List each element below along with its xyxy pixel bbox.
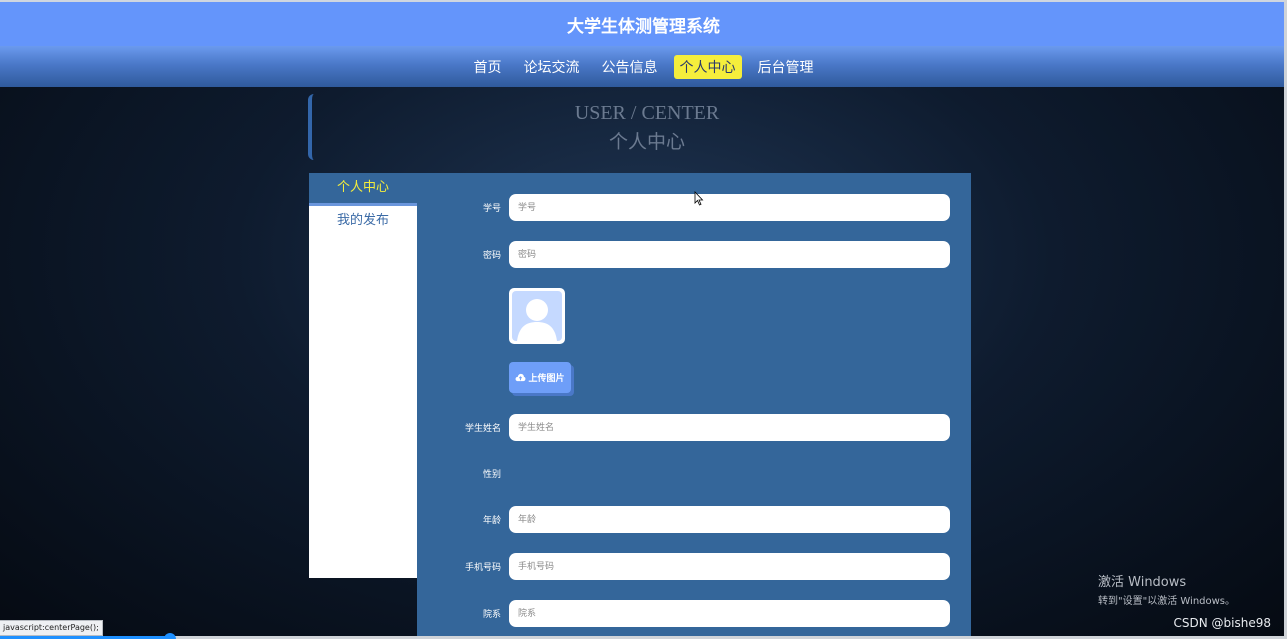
student-name-input[interactable] <box>509 414 950 441</box>
form-row-student-name: 学生姓名 <box>417 414 971 441</box>
profile-form: 学号 密码 上传图片 学生姓名 性别 年龄 手机号码 院系 <box>417 173 971 639</box>
windows-activation-notice: 激活 Windows 转到"设置"以激活 Windows。 <box>1098 571 1235 607</box>
upload-image-label: 上传图片 <box>528 374 565 384</box>
nav-item-user-center[interactable]: 个人中心 <box>673 54 742 79</box>
activation-title: 激活 Windows <box>1098 575 1187 590</box>
user-sidebar: 个人中心 我的发布 <box>309 173 417 578</box>
main-nav: 首页 论坛交流 公告信息 个人中心 后台管理 <box>0 46 1287 87</box>
phone-input[interactable] <box>509 553 950 580</box>
age-input[interactable] <box>509 506 950 533</box>
sidebar-item-user-center[interactable]: 个人中心 <box>309 173 417 206</box>
nav-item-announcements[interactable]: 公告信息 <box>596 55 664 79</box>
gender-label: 性别 <box>482 470 501 480</box>
status-bar-url: javascript:centerPage(); <box>0 620 103 636</box>
csdn-watermark: CSDN @bishe98 <box>1173 616 1272 630</box>
age-label: 年龄 <box>482 516 501 526</box>
form-row-department: 院系 <box>417 600 971 627</box>
top-header: 大学生体测管理系统 <box>0 0 1287 46</box>
site-title: 大学生体测管理系统 <box>567 16 720 37</box>
department-input[interactable] <box>509 600 950 627</box>
upload-image-button[interactable]: 上传图片 <box>509 362 571 393</box>
nav-item-forum[interactable]: 论坛交流 <box>518 55 586 79</box>
avatar-preview <box>509 288 565 344</box>
sidebar-item-my-posts[interactable]: 我的发布 <box>309 206 417 236</box>
section-title-en: USER / CENTER <box>574 102 720 124</box>
cloud-upload-icon <box>516 373 526 382</box>
section-title-cn: 个人中心 <box>608 132 685 153</box>
form-row-phone: 手机号码 <box>417 553 971 580</box>
nav-item-admin[interactable]: 后台管理 <box>752 55 820 79</box>
progress-indicator-icon <box>164 633 176 639</box>
user-avatar-icon <box>512 291 562 341</box>
password-input[interactable] <box>509 241 950 268</box>
student-id-label: 学号 <box>482 204 501 214</box>
phone-label: 手机号码 <box>464 563 501 573</box>
department-label: 院系 <box>482 610 501 620</box>
mouse-pointer-icon <box>694 191 704 206</box>
form-row-password: 密码 <box>417 241 971 268</box>
activation-subtitle: 转到"设置"以激活 Windows。 <box>1098 596 1236 607</box>
form-row-gender: 性别 <box>417 460 971 487</box>
form-row-age: 年龄 <box>417 506 971 533</box>
student-id-input[interactable] <box>509 194 950 221</box>
password-label: 密码 <box>482 251 501 261</box>
section-header: USER / CENTER 个人中心 <box>308 94 982 160</box>
student-name-label: 学生姓名 <box>464 424 501 434</box>
nav-item-home[interactable]: 首页 <box>468 55 508 79</box>
